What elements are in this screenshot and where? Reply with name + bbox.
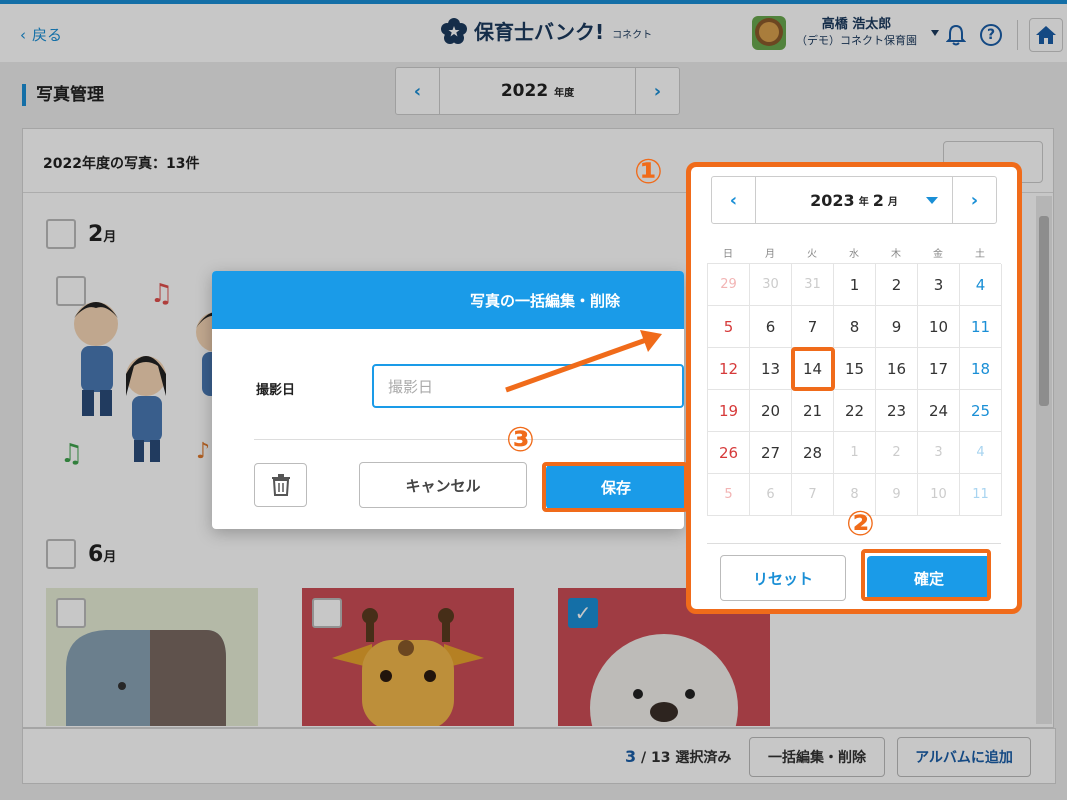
calendar-day-outside: 3 xyxy=(918,432,960,474)
caret-down-icon xyxy=(926,197,938,204)
calendar-day-selected[interactable]: 14 xyxy=(791,347,835,391)
calendar-day[interactable]: 16 xyxy=(876,348,918,390)
calendar-day[interactable]: 18 xyxy=(960,348,1002,390)
weekday-label: 木 xyxy=(891,249,901,260)
calendar-day-outside: 29 xyxy=(708,264,750,306)
calendar-day[interactable]: 13 xyxy=(750,348,792,390)
weekday-label: 日 xyxy=(723,249,733,260)
calendar-day-outside: 11 xyxy=(960,474,1002,516)
calendar-day-outside: 6 xyxy=(750,474,792,516)
calendar-day[interactable]: 24 xyxy=(918,390,960,432)
calendar-day-outside: 5 xyxy=(708,474,750,516)
calendar-day[interactable]: 8 xyxy=(834,306,876,348)
calendar-day[interactable]: 3 xyxy=(918,264,960,306)
month-display[interactable]: 2023 年 2月 xyxy=(756,177,952,223)
calendar-day[interactable]: 15 xyxy=(834,348,876,390)
calendar-day[interactable]: 28 xyxy=(792,432,834,474)
date-label: 撮影日 xyxy=(256,383,296,398)
calendar-day-outside: 7 xyxy=(792,474,834,516)
weekday-label: 月 xyxy=(765,249,775,260)
calendar-day[interactable]: 9 xyxy=(876,306,918,348)
step-marker-3: ③ xyxy=(506,420,535,460)
delete-button[interactable] xyxy=(254,463,307,507)
calendar-day[interactable]: 26 xyxy=(708,432,750,474)
weekday-label: 火 xyxy=(807,249,817,260)
calendar-day-outside: 10 xyxy=(918,474,960,516)
calendar-day[interactable]: 4 xyxy=(960,264,1002,306)
calendar-day[interactable]: 11 xyxy=(960,306,1002,348)
modal-title: 写真の一括編集・削除 xyxy=(212,271,684,329)
next-month-button[interactable]: › xyxy=(952,177,996,223)
weekday-label: 金 xyxy=(933,249,943,260)
calendar-grid: 29 30 31 1 2 3 4 5 6 7 8 9 10 11 12 13 14 15 16 17 18 19 20 21 2… xyxy=(707,263,1002,516)
calendar-day-outside: 4 xyxy=(960,432,1002,474)
step-marker-1: ① xyxy=(634,152,663,192)
calendar-day[interactable]: 22 xyxy=(834,390,876,432)
annotation-arrow-icon xyxy=(505,330,662,393)
calendar-day[interactable]: 23 xyxy=(876,390,918,432)
calendar-day[interactable]: 10 xyxy=(918,306,960,348)
calendar-day[interactable]: 21 xyxy=(792,390,834,432)
confirm-highlight xyxy=(861,549,991,601)
calendar-day-outside: 1 xyxy=(834,432,876,474)
month-navigator: ‹ 2023 年 2月 › xyxy=(711,176,997,224)
trash-icon xyxy=(271,474,290,496)
step-marker-2: ② xyxy=(846,504,875,544)
calendar-day-outside: 30 xyxy=(750,264,792,306)
save-highlight xyxy=(542,462,688,512)
weekday-label: 土 xyxy=(975,249,985,260)
calendar-day[interactable]: 7 xyxy=(792,306,834,348)
cancel-button[interactable]: キャンセル xyxy=(359,462,527,508)
date-picker: ‹ 2023 年 2月 › 日月火水木金土 29 30 31 1 2 3 4 5 6 7 8 9 10 11… xyxy=(686,162,1022,614)
calendar-day-outside: 31 xyxy=(792,264,834,306)
calendar-day[interactable]: 20 xyxy=(750,390,792,432)
weekday-header: 日月火水木金土 xyxy=(707,245,1001,260)
reset-button[interactable]: リセット xyxy=(720,555,846,601)
calendar-day[interactable]: 1 xyxy=(834,264,876,306)
weekday-label: 水 xyxy=(849,249,859,260)
calendar-day-outside: 2 xyxy=(876,432,918,474)
divider xyxy=(254,439,684,440)
calendar-day[interactable]: 6 xyxy=(750,306,792,348)
calendar-day[interactable]: 5 xyxy=(708,306,750,348)
calendar-day[interactable]: 12 xyxy=(708,348,750,390)
calendar-day[interactable]: 2 xyxy=(876,264,918,306)
calendar-day[interactable]: 27 xyxy=(750,432,792,474)
prev-month-button[interactable]: ‹ xyxy=(712,177,756,223)
calendar-day[interactable]: 19 xyxy=(708,390,750,432)
calendar-day[interactable]: 25 xyxy=(960,390,1002,432)
calendar-day[interactable]: 17 xyxy=(918,348,960,390)
calendar-day-outside: 9 xyxy=(876,474,918,516)
